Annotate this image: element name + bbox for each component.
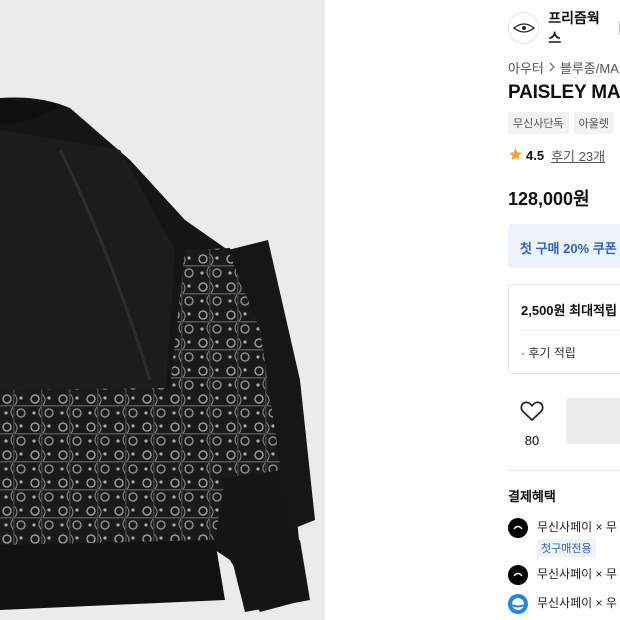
tag-outlet: 아울렛 [573,112,614,134]
bank-card-icon [508,594,528,614]
like-button[interactable]: 80 [508,400,556,448]
first-purchase-badge: 첫구매전용 [537,539,596,557]
brand-name[interactable]: 프리즘웍스 [548,8,611,48]
rating: 4.5 후기 23개 [508,146,605,165]
musinsa-pay-icon [508,518,528,538]
payment-benefits-title: 결제혜택 [508,489,556,504]
breadcrumb-subcategory[interactable]: 블루종/MA [560,58,619,77]
rating-score: 4.5 [526,148,545,163]
section-divider [508,470,620,471]
heart-outline-icon [520,401,544,426]
product-price: 128,000원 [508,189,590,209]
breadcrumb: 아우터 블루종/MA [508,58,619,77]
payment-benefit-item[interactable]: 무신사페이 × 무 첫구매전용 [508,518,617,557]
payment-benefit-item[interactable]: 무신사페이 × 우 [508,594,617,614]
brand-logo-icon[interactable] [508,12,540,44]
star-icon [508,147,523,165]
brand-header[interactable]: 프리즘웍스 [508,8,620,48]
musinsa-pay-icon [508,565,528,585]
review-count-link[interactable]: 후기 23개 [551,146,605,165]
product-title: PAISLEY MA- [508,82,620,103]
jacket-image [0,97,315,612]
breadcrumb-category[interactable]: 아우터 [508,58,544,77]
points-box: 2,500원 최대적립 · 후기 적립 [508,284,620,374]
coupon-text: 첫 구매 20% 쿠폰 [520,241,617,256]
purchase-button[interactable] [566,398,620,444]
payment-benefit-text: 무신사페이 × 무 [537,520,617,534]
payment-benefit-item[interactable]: 무신사페이 × 무 [508,565,617,585]
max-points-label[interactable]: 2,500원 최대적립 [521,300,617,319]
chevron-right-icon [548,60,556,75]
review-points-label: · 후기 적립 [521,346,576,360]
payment-benefit-text: 무신사페이 × 무 [537,567,617,581]
tag-exclusive: 무신사단독 [508,112,569,134]
product-image[interactable] [0,0,325,620]
product-tags: 무신사단독 아울렛 [508,112,614,134]
points-divider [521,330,620,331]
like-count: 80 [524,433,540,448]
coupon-banner[interactable]: 첫 구매 20% 쿠폰 [508,224,620,268]
payment-benefit-text: 무신사페이 × 우 [537,596,617,610]
